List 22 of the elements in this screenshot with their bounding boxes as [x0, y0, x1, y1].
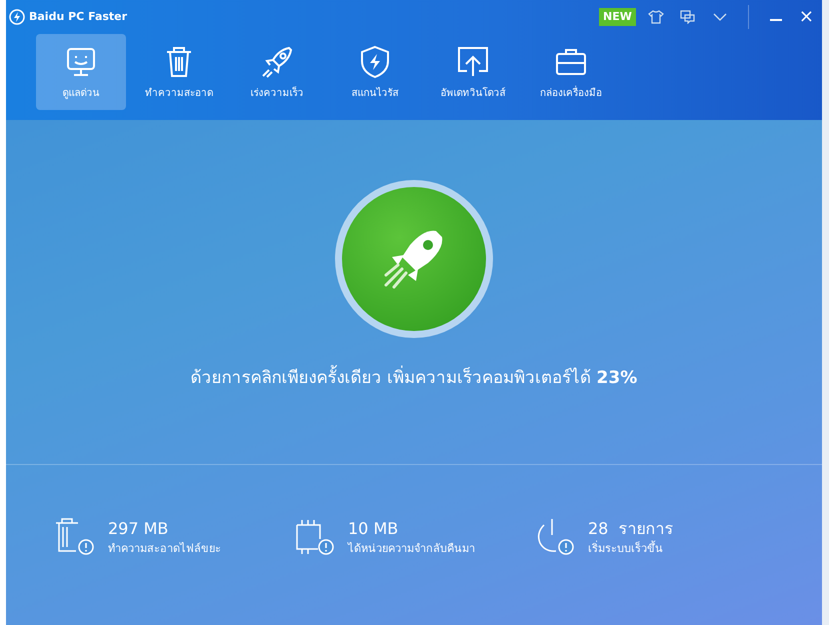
- trash-warning-icon: [54, 517, 94, 558]
- window-title: Baidu PC Faster: [29, 8, 128, 25]
- close-button[interactable]: ×: [798, 8, 814, 26]
- stat-value: 297 MB: [108, 518, 170, 540]
- nav-tab[interactable]: เร่งความเร็ว: [232, 34, 322, 110]
- stat-label: ได้หน่วยความจำกลับคืนมา: [348, 541, 475, 557]
- stat-label: ทำความสะอาดไฟล์ขยะ: [108, 541, 221, 557]
- nav-tab[interactable]: สแกนไวรัส: [330, 34, 420, 110]
- stat-value: 10 MB: [348, 518, 400, 540]
- nav-tab[interactable]: อัพเดทวินโดวส์: [428, 34, 518, 110]
- nav-tab[interactable]: ทำความสะอาด: [134, 34, 224, 110]
- chat-icon[interactable]: [680, 10, 696, 24]
- chevron-down-icon[interactable]: [712, 12, 728, 22]
- nav-tab[interactable]: กล่องเครื่องมือ: [526, 34, 616, 110]
- new-badge[interactable]: NEW: [599, 8, 636, 26]
- lightning-logo-icon: [9, 9, 25, 25]
- stat-value: 28 รายการ: [588, 518, 674, 540]
- stat-label: เริ่มระบบเร็วขึ้น: [588, 541, 664, 557]
- shirt-icon[interactable]: [648, 10, 664, 24]
- memory-chip-warning-icon: [294, 517, 334, 558]
- speedup-message: ด้วยการคลิกเพียงครั้งเดียว เพิ่มความเร็วคอมพิวเตอร์ได้ 23%: [190, 366, 638, 392]
- nav-tab[interactable]: ดูแลด่วน: [36, 34, 126, 110]
